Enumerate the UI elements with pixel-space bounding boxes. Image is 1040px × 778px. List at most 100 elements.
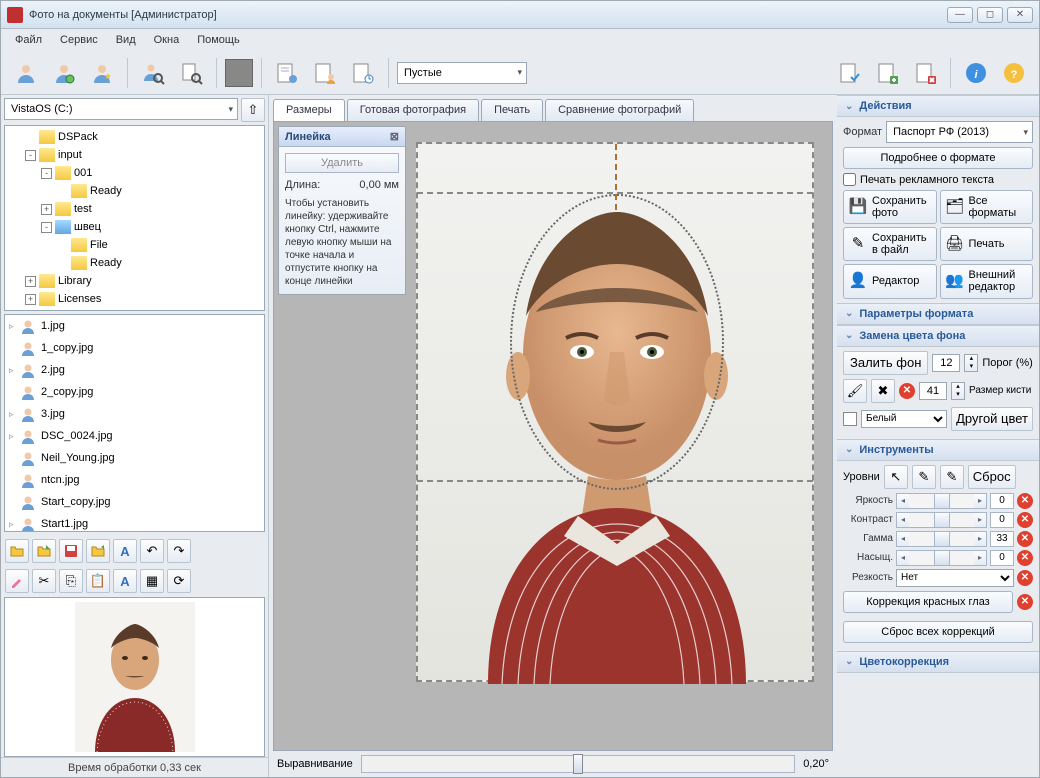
tree-item[interactable]: File [5,236,264,254]
file-row[interactable]: 1_copy.jpg [5,337,264,359]
action-savefile-button[interactable]: ✎Сохранить в файл [843,227,937,261]
menu-Сервис[interactable]: Сервис [52,31,106,49]
slider-reset-icon[interactable]: ✕ [1017,531,1033,547]
brush-spinner[interactable]: ▴▾ [951,382,965,400]
color-swatch[interactable] [225,59,253,87]
file-expand-icon[interactable]: ▹ [9,409,19,420]
file-row[interactable]: Start_copy.jpg [5,491,264,513]
slider-reset-icon[interactable]: ✕ [1017,493,1033,509]
tree-item[interactable]: +test [5,200,264,218]
ruler-close-icon[interactable]: ⊠ [390,130,399,143]
minimize-button[interactable]: — [947,7,973,23]
file-grid-icon[interactable]: ▦ [140,569,164,593]
file-expand-icon[interactable]: ▹ [9,519,19,530]
ruler-header[interactable]: Линейка ⊠ [279,127,405,147]
format-details-button[interactable]: Подробнее о формате [843,147,1033,169]
file-edit-icon[interactable] [5,569,29,593]
tree-item[interactable]: Ready [5,254,264,272]
file-cut-icon[interactable]: ✂ [32,569,56,593]
toolbar-search-doc-button[interactable] [174,56,208,90]
bg-replace-header[interactable]: ⌄Замена цвета фона [837,325,1039,347]
action-print-button[interactable]: 🖨Печать [940,227,1034,261]
action-all-button[interactable]: 🗂Все форматы [940,190,1034,224]
file-save-icon[interactable] [59,539,83,563]
tree-item[interactable]: +Licenses [5,290,264,308]
ad-text-checkbox[interactable]: Печать рекламного текста [843,173,1033,186]
tools-header[interactable]: ⌄Инструменты [837,439,1039,461]
format-params-header[interactable]: ⌄Параметры формата [837,303,1039,325]
file-open2-icon[interactable] [32,539,56,563]
tab-2[interactable]: Печать [481,99,543,121]
slider-reset-icon[interactable]: ✕ [1017,550,1033,566]
toolbar-person-star-button[interactable] [85,56,119,90]
ruler-delete-button[interactable]: Удалить [285,153,399,173]
file-refresh-icon[interactable]: ⟳ [167,569,191,593]
file-a2-icon[interactable]: A [113,569,137,593]
toolbar-profile-combo[interactable]: Пустые [397,62,527,84]
tree-item[interactable]: -швец [5,218,264,236]
threshold-spinner[interactable]: ▴▾ [964,354,978,372]
file-expand-icon[interactable]: ▹ [9,365,19,376]
file-row[interactable]: ▹2.jpg [5,359,264,381]
sharpness-combo[interactable]: Нет [896,569,1014,587]
maximize-button[interactable]: ◻ [977,7,1003,23]
file-expand-icon[interactable]: ▹ [9,321,19,332]
tree-item[interactable]: +Library [5,272,264,290]
file-row[interactable]: ▹1.jpg [5,315,264,337]
brush-erase-icon[interactable]: ✖ [871,379,895,403]
tab-3[interactable]: Сравнение фотографий [545,99,694,121]
file-list[interactable]: ▹1.jpg1_copy.jpg▹2.jpg2_copy.jpg▹3.jpg▹D… [4,314,265,532]
menu-Вид[interactable]: Вид [108,31,144,49]
slider-Насыщ.[interactable]: ◂▸ [896,550,987,566]
fill-bg-button[interactable]: Залить фон [843,351,928,375]
help-button[interactable]: ? [997,56,1031,90]
colorcorr-header[interactable]: ⌄Цветокоррекция [837,651,1039,673]
menu-Окна[interactable]: Окна [146,31,188,49]
redeye-button[interactable]: Коррекция красных глаз [843,591,1013,613]
toolbar-person-button-1[interactable] [9,56,43,90]
drive-up-button[interactable]: ⇧ [241,98,265,122]
brush-reset-icon[interactable]: ✕ [899,383,915,399]
file-row[interactable]: 2_copy.jpg [5,381,264,403]
tree-item[interactable]: DSPack [5,128,264,146]
photo-canvas[interactable]: Линейка ⊠ Удалить Длина:0,00 мм Чтобы ус… [273,121,833,751]
alignment-slider[interactable] [361,755,795,773]
toolbar-doc-remove-button[interactable] [908,56,942,90]
tab-0[interactable]: Размеры [273,99,345,121]
toolbar-list-gear-button[interactable] [270,56,304,90]
slider-reset-icon[interactable]: ✕ [1017,512,1033,528]
toolbar-doc-check-button[interactable] [832,56,866,90]
file-open-icon[interactable] [5,539,29,563]
file-a-icon[interactable]: A [113,539,137,563]
redeye-reset-icon[interactable]: ✕ [1017,594,1033,610]
threshold-input[interactable] [932,354,960,372]
toolbar-list-clock-button[interactable] [346,56,380,90]
file-copy-icon[interactable]: ⎘ [59,569,83,593]
sharpness-reset-icon[interactable]: ✕ [1017,570,1033,586]
file-row[interactable]: ▹DSC_0024.jpg [5,425,264,447]
file-row[interactable]: Neil_Young.jpg [5,447,264,469]
tab-1[interactable]: Готовая фотография [347,99,479,121]
menu-Помощь[interactable]: Помощь [189,31,248,49]
reset-all-button[interactable]: Сброс всех коррекций [843,621,1033,643]
bg-color-swatch[interactable] [843,412,857,426]
brush-size-input[interactable] [919,382,947,400]
tree-toggle-icon[interactable]: - [41,222,52,233]
toolbar-person-button-2[interactable] [47,56,81,90]
toolbar-search-person-button[interactable] [136,56,170,90]
other-color-button[interactable]: Другой цвет [951,407,1033,431]
slider-Гамма[interactable]: ◂▸ [896,531,987,547]
close-button[interactable]: ✕ [1007,7,1033,23]
brush-paint-icon[interactable]: 🖌 [843,379,867,403]
file-row[interactable]: ▹Start1.jpg [5,513,264,532]
menu-Файл[interactable]: Файл [7,31,50,49]
tree-toggle-icon[interactable]: - [25,150,36,161]
file-rotate-right-icon[interactable]: ↷ [167,539,191,563]
file-rotate-left-icon[interactable]: ↶ [140,539,164,563]
levels-cursor-icon[interactable]: ↖ [884,465,908,489]
levels-dropper-white-icon[interactable]: ✎ [940,465,964,489]
folder-tree[interactable]: DSPack-input-001Ready+test-швецFileReady… [4,125,265,311]
action-editor-button[interactable]: 👤Редактор [843,264,937,298]
tree-toggle-icon[interactable]: + [25,276,36,287]
tree-item[interactable]: -input [5,146,264,164]
